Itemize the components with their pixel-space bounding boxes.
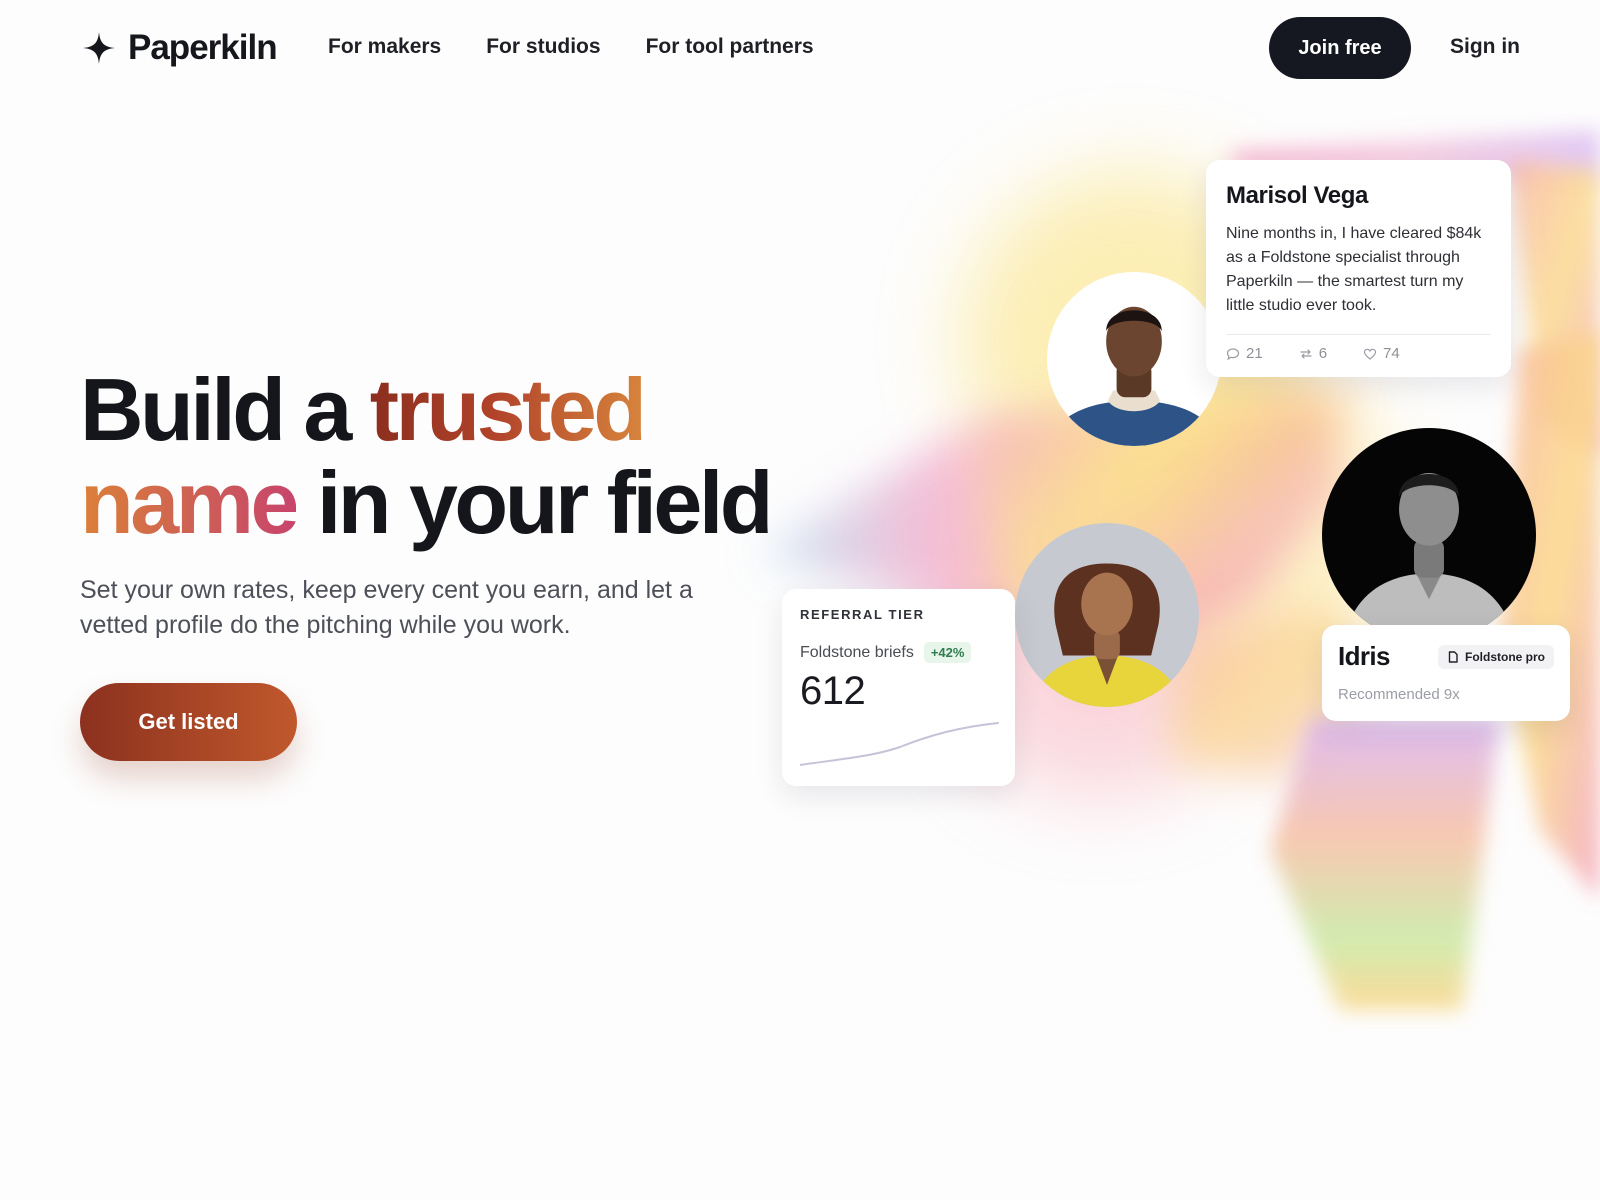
hero-title-part-2: in your field (295, 453, 774, 552)
sparkle-star-icon (83, 32, 115, 64)
comments-stat[interactable]: 21 (1226, 345, 1263, 362)
reposts-count: 6 (1318, 345, 1328, 362)
comments-count: 21 (1246, 345, 1263, 362)
brand-name: Paperkiln (128, 28, 278, 67)
avatar-man-monochrome (1322, 428, 1536, 642)
testimonial-name: Marisol Vega (1226, 182, 1368, 209)
profile-badge-label: Foldstone pro (1465, 649, 1545, 664)
repost-icon (1300, 348, 1312, 359)
profile-subtitle: Recommended 9x (1338, 686, 1460, 703)
testimonial-divider (1226, 334, 1491, 335)
avatar-woman-yellow-blazer (1015, 523, 1199, 707)
reposts-stat[interactable]: 6 (1299, 345, 1327, 362)
sign-in-link[interactable]: Sign in (1450, 35, 1520, 59)
hero-title-highlight-name: name (80, 453, 299, 552)
profile-name: Idris (1338, 641, 1391, 671)
document-icon (1448, 650, 1458, 663)
referral-value: 612 (800, 669, 866, 713)
heart-icon (1363, 348, 1377, 360)
comment-icon (1226, 347, 1240, 360)
referral-sparkline (800, 722, 999, 766)
nav-for-tool-partners[interactable]: For tool partners (646, 35, 814, 59)
profile-badge: Foldstone pro (1438, 644, 1554, 669)
hero-title-part-1: Build a (80, 360, 370, 459)
nav-for-makers[interactable]: For makers (328, 35, 441, 59)
testimonial-quote: Nine months in, I have cleared $84k as a… (1226, 225, 1482, 314)
likes-count: 74 (1383, 345, 1400, 362)
main-nav: For makers For studios For tool partners (328, 35, 814, 59)
profile-header: Idris Foldstone pro (1338, 641, 1554, 672)
likes-stat[interactable]: 74 (1363, 345, 1400, 362)
hero-title-highlight-trusted: trusted (369, 360, 647, 459)
get-listed-button[interactable]: Get listed (80, 683, 297, 761)
brand-logo[interactable]: Paperkiln (82, 28, 278, 68)
avatar-man-blue-sweater (1047, 272, 1221, 446)
referral-tier-card: REFERRAL TIER Foldstone briefs +42% 612 (782, 589, 1015, 786)
referral-title: REFERRAL TIER (800, 607, 925, 622)
profile-card: Idris Foldstone pro Recommended 9x (1322, 625, 1570, 721)
site-header: Paperkiln For makers For studios For too… (0, 0, 1600, 100)
referral-metric-row: Foldstone briefs +42% (800, 642, 997, 663)
testimonial-stats: 21 6 74 (1226, 345, 1491, 362)
join-free-button[interactable]: Join free (1269, 17, 1411, 79)
nav-for-studios[interactable]: For studios (486, 35, 600, 59)
referral-change-badge: +42% (923, 642, 972, 663)
hero-subtitle: Set your own rates, keep every cent you … (80, 576, 693, 639)
referral-label: Foldstone briefs (800, 643, 914, 661)
testimonial-card: Marisol Vega Nine months in, I have clea… (1206, 160, 1511, 377)
hero-title: Build a trusted name in your field (80, 360, 774, 552)
